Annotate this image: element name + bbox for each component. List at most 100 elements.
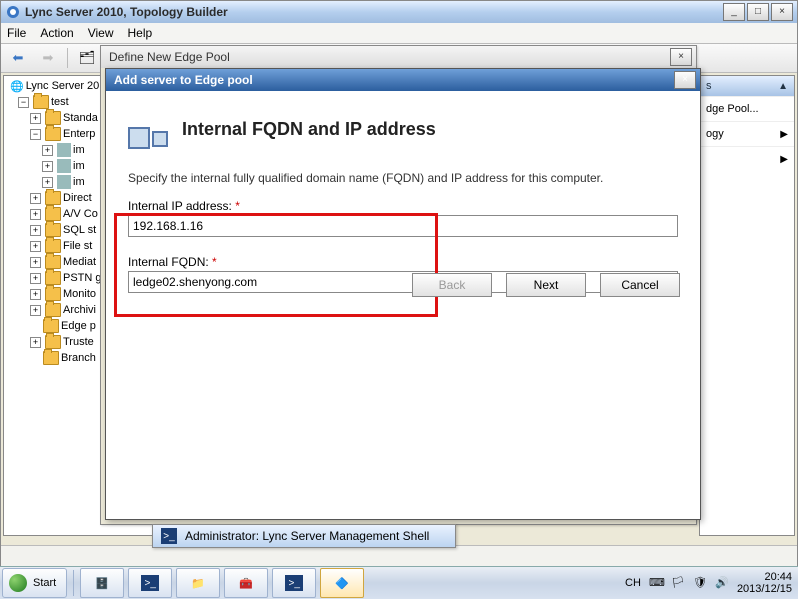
tree-item[interactable]: SQL st <box>63 224 96 236</box>
expander-icon[interactable]: + <box>30 337 41 348</box>
next-button[interactable]: Next <box>506 273 586 297</box>
tree-item[interactable]: PSTN g <box>63 272 102 284</box>
server-icon <box>57 143 71 157</box>
folder-icon <box>43 319 59 333</box>
action-link[interactable]: ▶ <box>700 146 794 171</box>
dialog-titlebar[interactable]: Define New Edge Pool × <box>101 46 696 68</box>
expander-icon[interactable]: − <box>18 97 29 108</box>
flag-icon[interactable]: 🏳 <box>671 576 685 590</box>
expander-icon[interactable]: + <box>42 161 53 172</box>
cancel-button[interactable]: Cancel <box>600 273 680 297</box>
tree-item[interactable]: Truste <box>63 336 94 348</box>
actions-panel: s ▲ dge Pool... ogy ▶ ▶ <box>699 75 795 536</box>
app-title: Lync Server 2010, Topology Builder <box>21 5 723 19</box>
nav-back-button[interactable]: ⬅ <box>5 46 31 70</box>
tree-root[interactable]: Lync Server 20 <box>26 80 100 92</box>
security-icon[interactable]: 🛡 <box>693 576 707 590</box>
menu-action[interactable]: Action <box>40 26 73 40</box>
menubar: File Action View Help <box>1 23 797 44</box>
powershell-icon: >_ <box>141 575 159 591</box>
folder-icon <box>45 223 61 237</box>
action-text: ogy <box>706 128 724 140</box>
expander-icon[interactable]: + <box>30 273 41 284</box>
task-topology-builder[interactable]: 🔷 <box>320 568 364 598</box>
start-button[interactable]: Start <box>2 568 67 598</box>
add-server-dialog: Add server to Edge pool × Internal FQDN … <box>105 68 701 520</box>
tree-item[interactable]: Branch <box>61 352 96 364</box>
expander-icon[interactable]: + <box>30 209 41 220</box>
actions-header-text: s <box>706 80 712 92</box>
task-explorer[interactable]: 📁 <box>176 568 220 598</box>
toolbar-action1[interactable]: 🗂 <box>74 46 100 70</box>
folder-icon <box>45 127 61 141</box>
dialog-title: Define New Edge Pool <box>105 50 670 64</box>
main-window-titlebar[interactable]: Lync Server 2010, Topology Builder _ □ × <box>1 1 797 23</box>
tree-site[interactable]: test <box>51 96 69 108</box>
menu-view[interactable]: View <box>88 26 114 40</box>
taskbar: Start 🗄️ >_ 📁 🧰 >_ 🔷 CH ⌨ 🏳 🛡 🔊 20:44 20… <box>0 566 798 599</box>
task-powershell[interactable]: >_ <box>128 568 172 598</box>
expander-icon[interactable]: + <box>30 305 41 316</box>
expander-icon[interactable]: + <box>30 225 41 236</box>
close-button[interactable]: × <box>771 3 793 21</box>
expander-icon[interactable]: + <box>42 145 53 156</box>
menu-file[interactable]: File <box>7 26 26 40</box>
folder-icon <box>43 351 59 365</box>
action-text: dge Pool... <box>706 103 759 115</box>
tree-item[interactable]: im <box>73 144 85 156</box>
folder-icon <box>45 303 61 317</box>
expander-icon[interactable]: + <box>42 177 53 188</box>
expander-icon[interactable]: + <box>30 289 41 300</box>
tree-item[interactable]: Edge p <box>61 320 96 332</box>
powershell-icon: >_ <box>161 528 177 544</box>
tree-item[interactable]: A/V Co <box>63 208 98 220</box>
expander-icon[interactable]: + <box>30 241 41 252</box>
close-button[interactable]: × <box>674 71 696 89</box>
action-link[interactable]: ogy ▶ <box>700 121 794 146</box>
folder-icon <box>45 255 61 269</box>
back-button[interactable]: Back <box>412 273 492 297</box>
folder-icon <box>45 287 61 301</box>
main-statusbar <box>1 545 797 566</box>
clock[interactable]: 20:44 2013/12/15 <box>737 571 792 595</box>
folder-icon <box>33 95 49 109</box>
maximize-button[interactable]: □ <box>747 3 769 21</box>
tree-item[interactable]: im <box>73 176 85 188</box>
language-indicator[interactable]: CH <box>625 577 641 589</box>
explorer-icon: 📁 <box>191 577 205 590</box>
folder-icon <box>45 271 61 285</box>
keyboard-icon[interactable]: ⌨ <box>649 576 663 590</box>
folder-icon <box>45 191 61 205</box>
tree-item[interactable]: Direct <box>63 192 92 204</box>
menu-help[interactable]: Help <box>128 26 153 40</box>
internal-ip-input[interactable] <box>128 215 678 237</box>
tree-item[interactable]: Archivi <box>63 304 96 316</box>
minimize-button[interactable]: _ <box>723 3 745 21</box>
expander-icon[interactable]: + <box>30 113 41 124</box>
close-button[interactable]: × <box>670 48 692 66</box>
action-link[interactable]: dge Pool... <box>700 96 794 121</box>
start-orb-icon <box>9 574 27 592</box>
actions-header[interactable]: s ▲ <box>700 76 794 96</box>
task-server-manager[interactable]: 🗄️ <box>80 568 124 598</box>
tree-item[interactable]: Monito <box>63 288 96 300</box>
tree-item[interactable]: Enterp <box>63 128 95 140</box>
tree-item[interactable]: Mediat <box>63 256 96 268</box>
task-lync-shell[interactable]: >_ <box>272 568 316 598</box>
expander-icon[interactable]: + <box>30 193 41 204</box>
expander-icon[interactable]: − <box>30 129 41 140</box>
management-shell-window[interactable]: >_ Administrator: Lync Server Management… <box>152 524 456 548</box>
task-mmc[interactable]: 🧰 <box>224 568 268 598</box>
tree-item[interactable]: im <box>73 160 85 172</box>
dialog-description: Specify the internal fully qualified dom… <box>128 171 678 185</box>
system-tray: CH ⌨ 🏳 🛡 🔊 20:44 2013/12/15 <box>625 571 798 595</box>
volume-icon[interactable]: 🔊 <box>715 576 729 590</box>
mmc-icon: 🧰 <box>239 577 253 590</box>
tree-item[interactable]: File st <box>63 240 92 252</box>
expander-icon[interactable]: + <box>30 257 41 268</box>
dialog-titlebar[interactable]: Add server to Edge pool × <box>106 69 700 91</box>
nav-fwd-button[interactable]: ➡ <box>35 46 61 70</box>
start-label: Start <box>33 577 56 589</box>
app-icon <box>5 4 21 20</box>
tree-item[interactable]: Standa <box>63 112 98 124</box>
